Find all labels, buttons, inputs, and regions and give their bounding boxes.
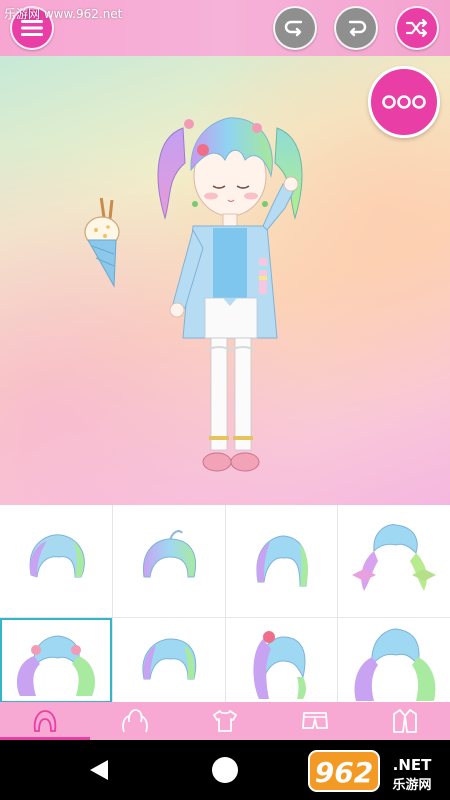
hair-option-side-swept[interactable]: [225, 505, 338, 617]
hair-option-short-ahoge[interactable]: [112, 505, 225, 617]
top-toolbar: 乐游网 www.962.net: [0, 0, 450, 56]
avatar-character: [157, 117, 303, 472]
hair-option-twin-ribbons[interactable]: [338, 505, 450, 617]
watermark-text: 乐游网 www.962.net: [4, 7, 123, 21]
redo-icon: [348, 20, 367, 37]
ice-cream-prop: [84, 197, 120, 288]
more-options-button[interactable]: [368, 66, 440, 138]
hair-option-bob[interactable]: [0, 505, 112, 617]
hair-twin-tails-bows-thumbnail: [16, 634, 95, 696]
pigtails-icon: [122, 709, 148, 733]
hair-option-side-ponytail[interactable]: [225, 618, 338, 703]
back-icon[interactable]: [88, 758, 110, 782]
category-tab-bar: [0, 702, 450, 740]
redo-button[interactable]: [334, 6, 378, 50]
hair-side-swept-thumbnail: [256, 535, 309, 587]
shuffle-icon: [405, 18, 428, 38]
jacket-icon: [393, 709, 417, 733]
tab-top[interactable]: [180, 702, 270, 740]
shirt-icon: [213, 710, 237, 732]
shorts-icon: [302, 712, 328, 729]
app-root: 乐游网 www.962.net 962 .NET 乐游网: [0, 0, 450, 800]
tab-hair[interactable]: [0, 702, 90, 740]
undo-icon: [284, 20, 303, 37]
hair-option-long-wavy[interactable]: [338, 618, 450, 703]
avatar-canvas: [0, 56, 450, 505]
hair-option-twin-tails-bows[interactable]: [0, 618, 112, 703]
hair-long-wavy-thumbnail: [354, 627, 436, 701]
logo-subtitle: 乐游网: [392, 777, 431, 793]
hair-option-short-rounded[interactable]: [112, 618, 225, 703]
home-button[interactable]: [212, 757, 238, 783]
hair-side-ponytail-thumbnail: [253, 630, 307, 699]
logo-net: .NET: [393, 756, 432, 774]
hair-bob-thumbnail: [29, 534, 85, 578]
hair-icon: [33, 710, 57, 732]
hair-twin-ribbons-thumbnail: [352, 524, 437, 591]
tab-outerwear[interactable]: [360, 702, 450, 740]
logo-number: 962: [315, 756, 373, 789]
undo-button[interactable]: [273, 6, 317, 50]
brand-logo: 962 .NET 乐游网: [308, 750, 432, 793]
hair-short-ahoge-thumbnail: [142, 530, 196, 578]
tab-bottom[interactable]: [270, 702, 360, 740]
hair-short-rounded-thumbnail: [142, 637, 196, 679]
tab-hair-accessory[interactable]: [90, 702, 180, 740]
shuffle-button[interactable]: [395, 6, 439, 50]
hair-options-grid: [0, 505, 450, 703]
more-dots-icon: [382, 95, 426, 109]
